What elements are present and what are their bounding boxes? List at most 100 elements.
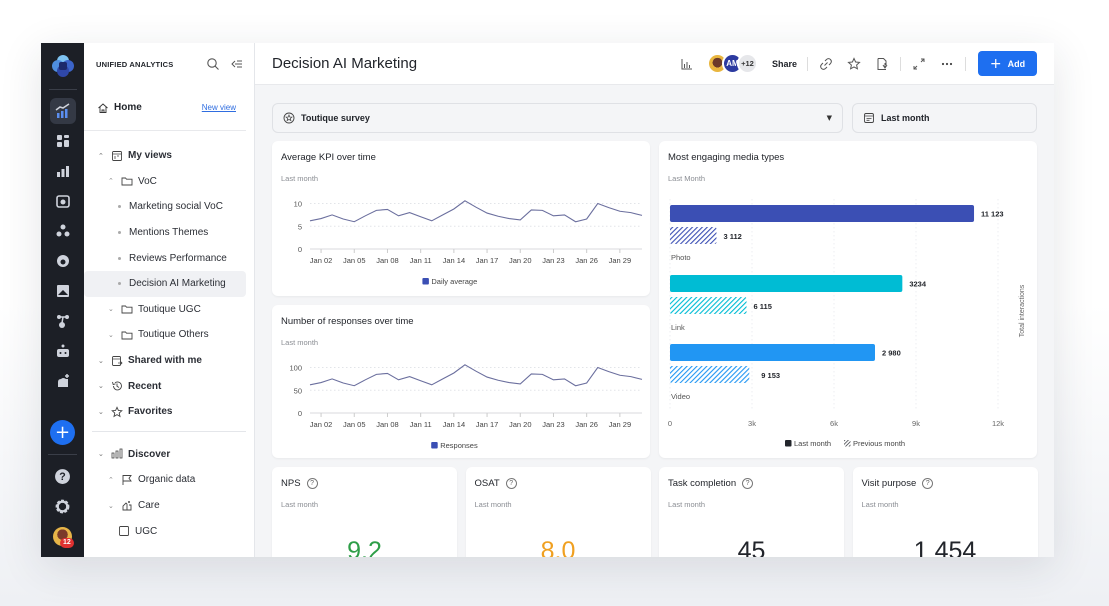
folder-icon bbox=[121, 175, 133, 187]
chevron-down-icon[interactable]: ⌄ bbox=[98, 408, 106, 416]
nav-item-organic-data[interactable]: ⌃Organic data bbox=[84, 467, 246, 493]
bar-last-month[interactable] bbox=[670, 344, 875, 361]
bar-previous-month[interactable] bbox=[670, 366, 749, 383]
nav-header: UNIFIED ANALYTICS bbox=[84, 43, 254, 85]
search-icon[interactable] bbox=[206, 57, 220, 71]
views-tree: ⌃My views⌃VoC Marketing social VoC Mention… bbox=[84, 131, 254, 425]
chevron-up-icon[interactable]: ⌃ bbox=[98, 152, 106, 160]
nav-item-label: Favorites bbox=[128, 406, 172, 417]
bar-previous-month[interactable] bbox=[670, 297, 747, 314]
calendar-icon[interactable] bbox=[50, 188, 76, 214]
chevron-down-icon[interactable]: ⌄ bbox=[98, 357, 106, 365]
survey-filter-dropdown[interactable]: Toutique survey ▼ bbox=[272, 103, 843, 133]
bar-last-month[interactable] bbox=[670, 205, 974, 222]
home-row[interactable]: Home New view bbox=[84, 85, 246, 131]
refresh-icon[interactable] bbox=[50, 248, 76, 274]
chevron-up-icon[interactable]: ⌃ bbox=[108, 476, 116, 484]
chevron-down-icon[interactable]: ⌄ bbox=[108, 331, 116, 339]
nav-item-marketing-social-voc[interactable]: Marketing social VoC bbox=[84, 194, 246, 220]
kpi-subtitle: Last month bbox=[475, 500, 512, 509]
x-tick-label: Jan 11 bbox=[410, 420, 432, 429]
help-icon[interactable]: ? bbox=[307, 478, 318, 489]
app-logo-icon[interactable] bbox=[52, 55, 74, 77]
new-view-link[interactable]: New view bbox=[202, 103, 236, 112]
chart-type-icon[interactable] bbox=[680, 57, 694, 71]
x-tick-label: Jan 02 bbox=[310, 420, 333, 429]
bar-value-label: 9 153 bbox=[761, 371, 780, 380]
chevron-up-icon[interactable]: ⌃ bbox=[108, 177, 116, 185]
rail-divider bbox=[48, 454, 77, 455]
help-icon[interactable]: ? bbox=[742, 478, 753, 489]
nav-item-label: Marketing social VoC bbox=[129, 201, 223, 212]
bar-chart-icon[interactable] bbox=[50, 158, 76, 184]
more-options-icon[interactable] bbox=[940, 57, 954, 71]
plus-icon: + bbox=[990, 56, 1002, 72]
y-tick-label: 100 bbox=[289, 364, 302, 373]
collaborators[interactable]: AM +12 bbox=[707, 53, 758, 74]
x-tick-label: Jan 26 bbox=[575, 256, 598, 265]
nav-item-ugc[interactable]: UGC bbox=[84, 518, 246, 544]
x-tick-label: Jan 29 bbox=[609, 256, 632, 265]
toolbar-separator bbox=[900, 57, 901, 71]
add-button[interactable]: +Add bbox=[978, 51, 1037, 76]
legend-swatch-previous-month bbox=[844, 440, 851, 447]
cloud-add-icon[interactable] bbox=[50, 368, 76, 394]
help-icon[interactable]: ? bbox=[506, 478, 517, 489]
x-tick-label: 9k bbox=[912, 419, 920, 428]
x-tick-label: Jan 26 bbox=[575, 420, 598, 429]
hierarchy-icon[interactable] bbox=[50, 218, 76, 244]
rail-add-button[interactable]: + bbox=[50, 420, 75, 445]
nav-item-mentions-themes[interactable]: Mentions Themes bbox=[84, 220, 246, 246]
star-icon bbox=[111, 406, 123, 418]
dashboard-icon[interactable] bbox=[50, 128, 76, 154]
care-icon bbox=[121, 500, 133, 512]
help-icon[interactable]: ? bbox=[922, 478, 933, 489]
expand-icon[interactable] bbox=[912, 57, 926, 71]
y-tick-label: 0 bbox=[298, 409, 302, 418]
export-icon[interactable] bbox=[875, 57, 889, 71]
toolbar-separator bbox=[807, 57, 808, 71]
chevron-down-icon[interactable]: ⌄ bbox=[108, 502, 116, 510]
legend-label: Last month bbox=[794, 439, 831, 448]
nav-item-my-views[interactable]: ⌃My views bbox=[84, 143, 246, 169]
folder-icon bbox=[121, 303, 133, 315]
chevron-down-icon[interactable]: ⌄ bbox=[98, 382, 106, 390]
kpi-card-visit-purpose: Visit purpose? Last month 1 454 bbox=[853, 467, 1038, 557]
x-tick-label: Jan 08 bbox=[376, 256, 399, 265]
image-icon[interactable] bbox=[50, 278, 76, 304]
nav-item-reviews-performance[interactable]: Reviews Performance bbox=[84, 245, 246, 271]
nav-item-recent[interactable]: ⌄ Recent bbox=[84, 373, 246, 399]
nav-item-decision-ai-marketing[interactable]: Decision AI Marketing bbox=[84, 271, 246, 297]
nav-item-label: Recent bbox=[128, 381, 161, 392]
nav-item-favorites[interactable]: ⌄ Favorites bbox=[84, 399, 246, 425]
star-icon[interactable] bbox=[847, 57, 861, 71]
nav-item-toutique-ugc[interactable]: ⌄Toutique UGC bbox=[84, 297, 246, 323]
x-tick-label: 3k bbox=[748, 419, 756, 428]
collapse-panel-icon[interactable] bbox=[230, 57, 244, 71]
bar-value-label: 11 123 bbox=[981, 210, 1004, 219]
network-icon[interactable] bbox=[50, 308, 76, 334]
date-filter[interactable]: Last month bbox=[852, 103, 1037, 133]
analytics-icon[interactable] bbox=[50, 98, 76, 124]
settings-icon[interactable] bbox=[54, 498, 71, 520]
bar-previous-month[interactable] bbox=[670, 227, 716, 244]
icon-rail: + ? 12 bbox=[41, 43, 84, 557]
share-button[interactable]: Share bbox=[772, 59, 797, 69]
chevron-down-icon[interactable]: ⌄ bbox=[108, 305, 116, 313]
nav-item-voc[interactable]: ⌃VoC bbox=[84, 169, 246, 195]
nav-item-toutique-others[interactable]: ⌄Toutique Others bbox=[84, 322, 246, 348]
page-title: Decision AI Marketing bbox=[272, 55, 673, 72]
nav-item-discover[interactable]: ⌄ Discover bbox=[84, 442, 246, 468]
bot-icon[interactable] bbox=[50, 338, 76, 364]
media-types-bar-chart: 03k6k9k12k11 1233 112Photo32346 115Link2… bbox=[659, 141, 1037, 458]
nav-item-care[interactable]: ⌄Care bbox=[84, 493, 246, 519]
link-icon[interactable] bbox=[819, 57, 833, 71]
chevron-down-icon[interactable]: ⌄ bbox=[98, 450, 106, 458]
help-icon[interactable]: ? bbox=[54, 468, 71, 490]
more-collaborators: +12 bbox=[737, 53, 758, 74]
brand-name: UNIFIED ANALYTICS bbox=[96, 60, 196, 69]
bar-last-month[interactable] bbox=[670, 275, 902, 292]
nav-item-label: Discover bbox=[128, 449, 170, 460]
legend-label: Daily average bbox=[431, 277, 477, 286]
nav-item-shared-with-me[interactable]: ⌄Shared with me bbox=[84, 348, 246, 374]
